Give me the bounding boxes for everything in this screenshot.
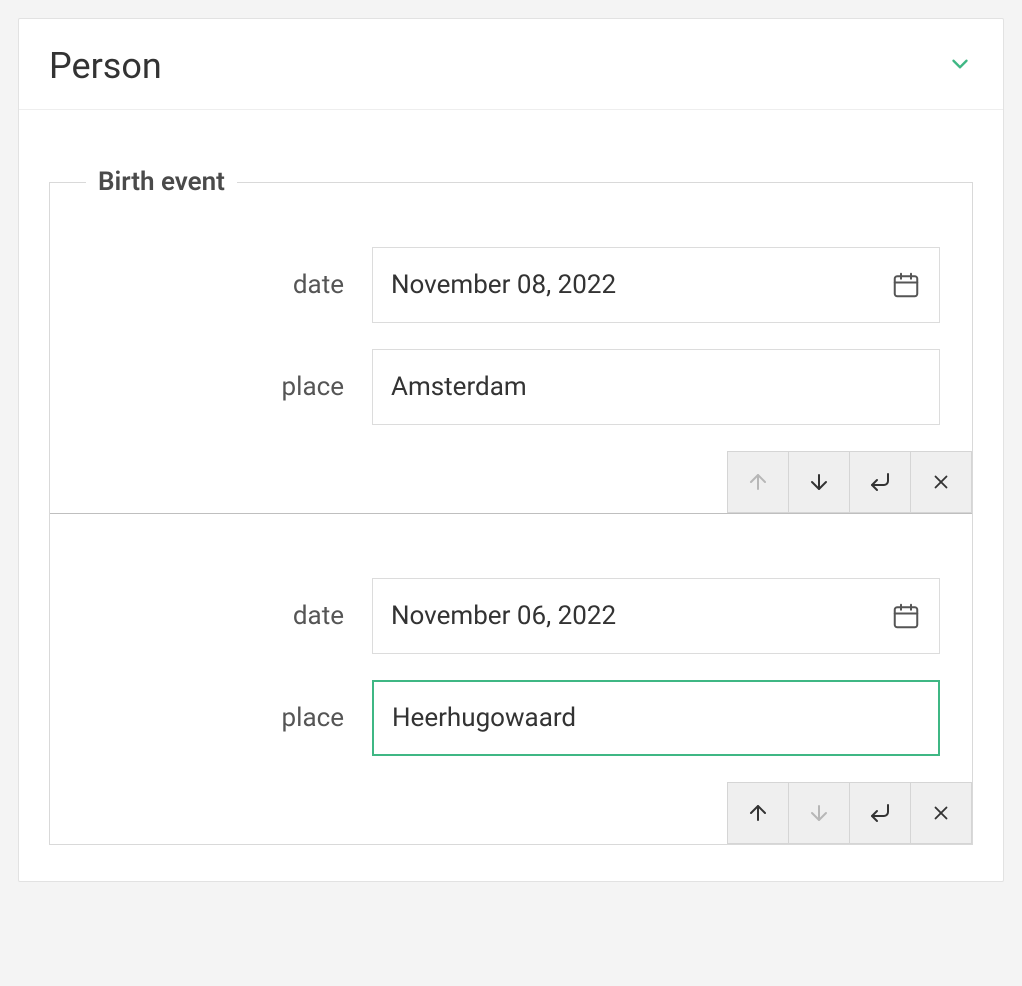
birth-event-entry: date November 06, 2022 place bbox=[50, 513, 972, 844]
delete-button[interactable] bbox=[910, 451, 972, 513]
birth-event-fieldset: Birth event date November 08, 2022 bbox=[49, 182, 973, 845]
place-label: place bbox=[82, 703, 372, 733]
insert-button[interactable] bbox=[849, 782, 911, 844]
delete-button[interactable] bbox=[910, 782, 972, 844]
fieldset-legend: Birth event bbox=[86, 167, 237, 197]
person-panel: Person Birth event date November 08, 202… bbox=[18, 18, 1004, 882]
date-label: date bbox=[82, 601, 372, 631]
calendar-icon[interactable] bbox=[891, 270, 921, 300]
place-input[interactable]: Heerhugowaard bbox=[372, 680, 940, 756]
date-input[interactable]: November 08, 2022 bbox=[372, 247, 940, 323]
calendar-icon[interactable] bbox=[891, 601, 921, 631]
place-input[interactable]: Amsterdam bbox=[372, 349, 940, 425]
panel-header[interactable]: Person bbox=[19, 19, 1003, 110]
move-up-button bbox=[727, 451, 789, 513]
date-value: November 06, 2022 bbox=[391, 601, 891, 631]
move-down-button bbox=[788, 782, 850, 844]
date-input[interactable]: November 06, 2022 bbox=[372, 578, 940, 654]
place-value: Amsterdam bbox=[391, 372, 921, 402]
date-label: date bbox=[82, 270, 372, 300]
date-value: November 08, 2022 bbox=[391, 270, 891, 300]
birth-event-entry: date November 08, 2022 place bbox=[50, 183, 972, 513]
move-up-button[interactable] bbox=[727, 782, 789, 844]
panel-title: Person bbox=[49, 45, 162, 87]
entry-actions bbox=[50, 782, 972, 844]
chevron-down-icon[interactable] bbox=[947, 51, 973, 81]
place-label: place bbox=[82, 372, 372, 402]
entry-actions bbox=[50, 451, 972, 513]
place-value: Heerhugowaard bbox=[392, 703, 920, 733]
insert-button[interactable] bbox=[849, 451, 911, 513]
move-down-button[interactable] bbox=[788, 451, 850, 513]
